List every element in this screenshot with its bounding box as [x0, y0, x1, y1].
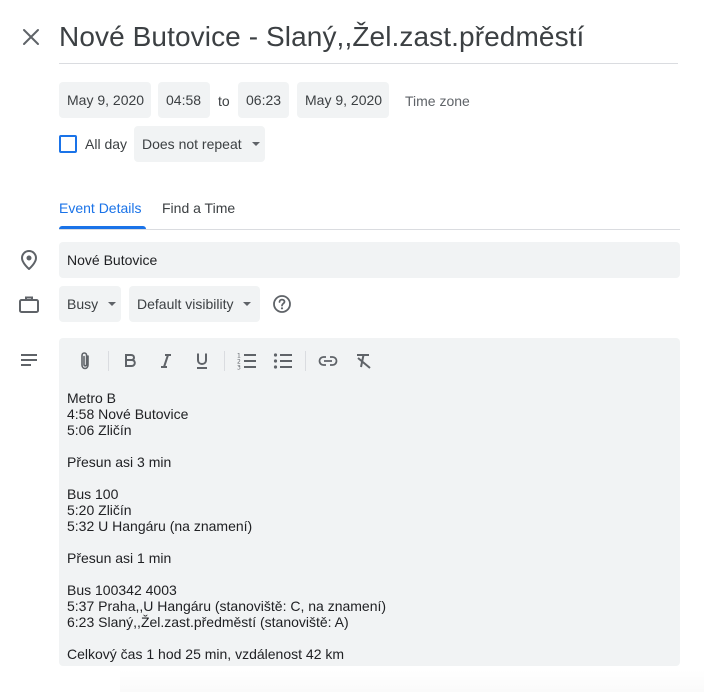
toolbar-divider — [108, 351, 109, 371]
tabs-divider — [59, 229, 680, 230]
description-line: 4:58 Nové Butovice — [67, 406, 189, 422]
bulleted-list-button[interactable] — [271, 349, 295, 373]
bottom-fade — [120, 670, 704, 692]
notes-icon — [18, 349, 40, 371]
availability-value: Busy — [67, 296, 99, 312]
toolbar-divider — [305, 351, 306, 371]
paperclip-icon — [81, 352, 89, 370]
numbered-list-button[interactable]: 1 2 3 — [235, 349, 259, 373]
toolbar-divider — [224, 351, 225, 371]
description-line: Celkový čas 1 hod 25 min, vzdálenost 42 … — [67, 646, 345, 662]
description-line: 5:20 Zličín — [67, 502, 132, 518]
description-line: Metro B — [67, 390, 117, 406]
start-date-button[interactable]: May 9, 2020 — [59, 82, 151, 118]
visibility-dropdown[interactable]: Default visibility — [129, 286, 260, 322]
location-value: Nové Butovice — [67, 252, 158, 268]
chevron-down-icon — [251, 142, 260, 146]
help-icon — [273, 295, 291, 313]
start-time-button[interactable]: 04:58 — [158, 82, 210, 118]
italic-icon — [161, 354, 171, 368]
tab-event-details[interactable]: Event Details — [59, 200, 141, 216]
bulleted-list-icon — [273, 353, 292, 369]
repeat-dropdown[interactable]: Does not repeat — [134, 126, 265, 162]
location-pin-icon — [18, 249, 40, 271]
description-line: Bus 100 — [67, 486, 119, 502]
event-title: Nové Butovice - Slaný,,Žel.zast.předměst… — [59, 21, 585, 52]
description-line: Přesun asi 1 min — [67, 550, 172, 566]
description-line: 6:23 Slaný,,Žel.zast.předměstí (stanoviš… — [67, 614, 349, 630]
underline-icon — [197, 353, 207, 369]
briefcase-icon — [18, 293, 40, 315]
bold-button[interactable] — [118, 349, 142, 373]
svg-text:3: 3 — [237, 365, 241, 371]
description-line: 5:32 U Hangáru (na znamení) — [67, 518, 253, 534]
underline-button[interactable] — [190, 349, 214, 373]
description-line: 5:06 Zličín — [67, 422, 132, 438]
close-button[interactable] — [16, 22, 46, 52]
link-icon — [318, 356, 338, 366]
to-label: to — [218, 93, 230, 109]
numbered-list-icon: 1 2 3 — [237, 353, 256, 371]
all-day-label: All day — [85, 136, 128, 152]
bold-icon — [125, 354, 136, 367]
help-button[interactable] — [272, 294, 292, 314]
clear-formatting-icon — [357, 354, 371, 369]
all-day-checkbox[interactable] — [59, 135, 77, 153]
close-icon — [23, 29, 39, 45]
time-zone-button[interactable]: Time zone — [405, 93, 470, 109]
location-input[interactable]: Nové Butovice — [59, 242, 680, 278]
end-date-button[interactable]: May 9, 2020 — [297, 82, 389, 118]
description-line: Bus 100342 4003 — [67, 582, 177, 598]
chevron-down-icon — [243, 302, 252, 306]
end-time-button[interactable]: 06:23 — [238, 82, 289, 118]
availability-dropdown[interactable]: Busy — [59, 286, 121, 322]
attachment-button[interactable] — [73, 349, 97, 373]
visibility-value: Default visibility — [137, 296, 234, 312]
tab-find-a-time[interactable]: Find a Time — [162, 200, 235, 216]
description-line: Přesun asi 3 min — [67, 454, 172, 470]
italic-button[interactable] — [154, 349, 178, 373]
chevron-down-icon — [108, 302, 117, 306]
event-title-field[interactable]: Nové Butovice - Slaný,,Žel.zast.předměst… — [59, 14, 678, 64]
insert-link-button[interactable] — [316, 349, 340, 373]
repeat-value: Does not repeat — [142, 136, 242, 152]
clear-formatting-button[interactable] — [352, 349, 376, 373]
description-line: 5:37 Praha,,U Hangáru (stanoviště: C, na… — [67, 598, 387, 614]
